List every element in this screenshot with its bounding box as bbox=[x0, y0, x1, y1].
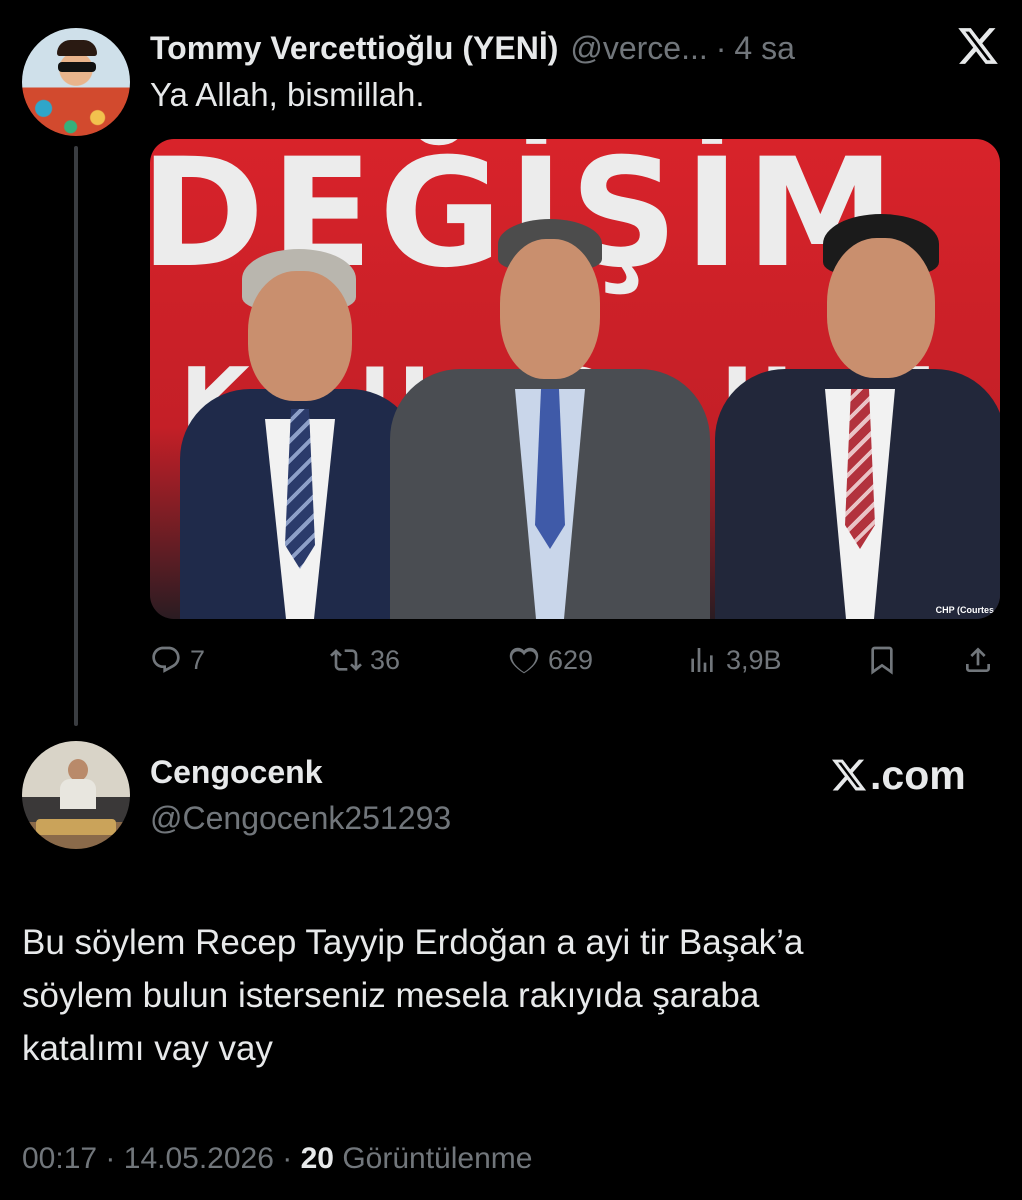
views-icon bbox=[691, 648, 713, 672]
reply-author-handle[interactable]: @Cengocenk251293 bbox=[150, 800, 451, 837]
reply-text-line: katalımı vay vay bbox=[22, 1029, 273, 1068]
views-button[interactable]: 3,9B bbox=[686, 638, 782, 682]
repost-count: 36 bbox=[370, 644, 401, 675]
reply-time[interactable]: 00:17 bbox=[22, 1142, 97, 1175]
reply-button[interactable]: 7 bbox=[150, 638, 205, 682]
bookmark-button[interactable] bbox=[866, 638, 906, 682]
quoted-tweet-time[interactable]: 4 sa bbox=[734, 30, 794, 67]
like-button[interactable]: 629 bbox=[508, 638, 593, 682]
quoted-author-avatar[interactable] bbox=[22, 28, 130, 136]
quoted-tweet-photo[interactable]: DEĞİŞİM KURULTAY CHP (Courtes bbox=[150, 139, 1000, 619]
bookmark-icon bbox=[871, 646, 893, 675]
photo-person-center bbox=[390, 219, 710, 619]
views-count: 3,9B bbox=[726, 644, 782, 675]
quoted-tweet-text: Ya Allah, bismillah. bbox=[150, 76, 425, 113]
meta-separator: · bbox=[105, 1142, 116, 1175]
x-logo-icon bbox=[958, 28, 998, 64]
like-count: 629 bbox=[548, 644, 594, 675]
quoted-author-name[interactable]: Tommy Vercettioğlu (YENİ) bbox=[150, 30, 558, 67]
reply-text-line: Bu söylem Recep Tayyip Erdoğan a ayi tir… bbox=[22, 923, 804, 962]
reply-count: 7 bbox=[190, 644, 206, 675]
repost-icon bbox=[330, 649, 362, 671]
reply-icon bbox=[152, 646, 180, 673]
quoted-tweet-actions: 7 36 629 3,9B bbox=[150, 638, 1000, 682]
photo-person-right bbox=[715, 214, 1000, 619]
reply-tweet-text: Bu söylem Recep Tayyip Erdoğan a ayi tir… bbox=[22, 916, 982, 1075]
reply-tweet-meta: 00:17 · 14.05.2026 · 20 Görüntülenme bbox=[22, 1142, 532, 1176]
reply-views-count: 20 bbox=[300, 1142, 334, 1175]
x-com-label: .com bbox=[870, 751, 966, 798]
photo-credit: CHP (Courtes bbox=[935, 605, 994, 615]
meta-separator: · bbox=[282, 1142, 293, 1175]
quoted-tweet-header: Tommy Vercettioğlu (YENİ) @verce... · 4 … bbox=[150, 26, 795, 70]
quoted-author-handle[interactable]: @verce... bbox=[570, 30, 707, 67]
header-separator: · bbox=[715, 29, 727, 66]
share-button[interactable] bbox=[962, 638, 1002, 682]
share-icon bbox=[966, 647, 990, 672]
reply-date[interactable]: 14.05.2026 bbox=[124, 1142, 274, 1175]
reply-views-label: Görüntülenme bbox=[342, 1142, 533, 1175]
x-com-logo: .com bbox=[830, 752, 966, 798]
reply-author-avatar[interactable] bbox=[22, 741, 130, 849]
x-logo-icon bbox=[831, 759, 867, 791]
photo-person-left bbox=[180, 249, 420, 619]
thread-connector-line bbox=[74, 146, 78, 726]
reply-author-name[interactable]: Cengocenk bbox=[150, 754, 322, 791]
repost-button[interactable]: 36 bbox=[330, 638, 400, 682]
reply-text-line: söylem bulun isterseniz mesela rakıyıda … bbox=[22, 976, 760, 1015]
like-icon bbox=[509, 647, 539, 674]
